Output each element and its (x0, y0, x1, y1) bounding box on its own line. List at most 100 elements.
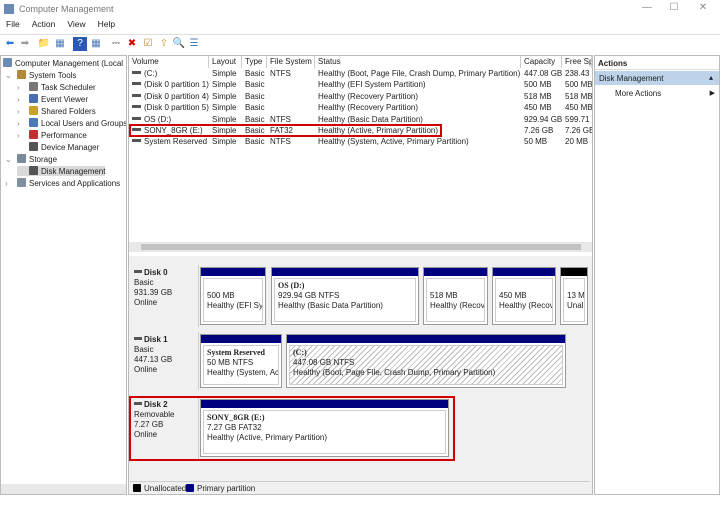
table-row[interactable]: (Disk 0 partition 1) Simple Basic Healthy (… (129, 79, 592, 90)
tree-item-label: Performance (41, 131, 87, 140)
partition[interactable]: (C:) 447.08 GB NTFS Healthy (Boot, Page Fi… (286, 334, 566, 388)
partition[interactable]: System Reserved 50 MB NTFS Healthy (System… (200, 334, 282, 388)
volume-list-horizontal-scrollbar[interactable] (129, 242, 592, 252)
column-header[interactable]: Free Sp (562, 56, 592, 68)
partition[interactable]: 450 MB Healthy (Recove (492, 267, 556, 325)
tree-item[interactable]: Device Manager (17, 142, 99, 152)
column-header[interactable]: Status (315, 56, 521, 68)
column-header[interactable]: Layout (209, 56, 242, 68)
tree-horizontal-scrollbar[interactable] (1, 484, 126, 494)
delete-icon[interactable]: ✖ (125, 37, 139, 51)
disk-label-divider (198, 265, 199, 327)
check-icon[interactable]: ☑ (141, 37, 155, 51)
tree-item[interactable]: › Local Users and Groups (17, 118, 126, 128)
table-cell: Healthy (EFI System Partition) (318, 79, 521, 90)
scrollbar-thumb[interactable] (141, 244, 581, 250)
partition-title (567, 281, 581, 291)
legend-label: Primary partition (197, 484, 256, 493)
disk-label[interactable]: Disk 0 Basic 931.39 GB Online (134, 268, 172, 308)
partition-details: (C:) 447.08 GB NTFS Healthy (Boot, Page Fi… (289, 345, 563, 385)
disk-icon (134, 270, 142, 273)
tree-item[interactable]: › Shared Folders (17, 106, 96, 116)
tree-item-label: Task Scheduler (41, 83, 96, 92)
volume-icon (132, 116, 141, 120)
menu-file[interactable]: File (6, 19, 20, 29)
table-cell: 447.08 GB (524, 68, 562, 79)
disk-size: 447.13 GB (134, 355, 173, 364)
expand-chevron-icon[interactable]: ⌄ (5, 71, 17, 80)
column-header[interactable]: Type (242, 56, 267, 68)
table-row[interactable]: (Disk 0 partition 5) Simple Basic Healthy (… (129, 102, 592, 113)
table-row[interactable]: (C:) Simple Basic NTFS Healthy (Boot, Page F… (129, 68, 592, 79)
toolbar: ⬅ ➡ 📁 ▦? ▦ ⎓ ✖ ☑ ⇧ 🔍 ☰ (0, 34, 720, 52)
partition-details: 518 MBHealthy (Recover (426, 278, 485, 322)
cell-text: Basic (245, 80, 265, 90)
tree-item[interactable]: › Event Viewer (17, 94, 88, 104)
partition[interactable]: 500 MBHealthy (EFI Syst (200, 267, 266, 325)
tree-item[interactable]: Disk Management (17, 166, 106, 176)
properties-view-icon[interactable]: ▦ (89, 37, 103, 51)
tree-item[interactable]: › Task Scheduler (17, 82, 96, 92)
folder-up-icon[interactable]: ⇧ (157, 37, 171, 51)
menu-action[interactable]: Action (32, 19, 56, 29)
expand-chevron-icon[interactable]: › (17, 107, 29, 116)
partition-details: 500 MBHealthy (EFI Syst (203, 278, 263, 322)
up-folder-icon[interactable]: 📁 (37, 37, 51, 51)
submenu-arrow-icon: ▶ (709, 90, 715, 97)
expand-chevron-icon[interactable]: › (17, 95, 29, 104)
help-icon[interactable]: ? (73, 37, 87, 51)
cell-text: 238.43 (565, 69, 590, 78)
volume-icon (132, 82, 141, 86)
column-header[interactable]: File System (267, 56, 315, 68)
tree-item-label: Shared Folders (41, 107, 96, 116)
computer-management-icon (4, 4, 14, 14)
table-row[interactable]: System Reserved Simple Basic NTFS Healthy (S… (129, 136, 592, 147)
tree-item-label: Computer Management (Local (15, 59, 124, 68)
cell-text: Healthy (Boot, Page File, Crash Dump, Pr… (318, 69, 521, 78)
tree-item[interactable]: › Performance (17, 130, 87, 140)
actions-section-disk-management[interactable]: Disk Management ▴ (595, 71, 719, 85)
table-cell: 238.43 (565, 68, 592, 79)
table-cell: Simple (212, 114, 242, 125)
disk-label[interactable]: Disk 1 Basic 447.13 GB Online (134, 335, 172, 375)
tree-item[interactable]: ⌄ System Tools (5, 70, 76, 80)
tree-item[interactable]: › Services and Applications (5, 178, 120, 188)
list-view-icon[interactable]: ☰ (187, 37, 201, 51)
volume-label: (Disk 0 partition 1) (144, 80, 209, 90)
forward-icon[interactable]: ➡ (18, 37, 32, 51)
table-row[interactable]: OS (D:) Simple Basic NTFS Healthy (Basic Dat… (129, 114, 592, 125)
partition[interactable]: OS (D:) 929.94 GB NTFS Healthy (Basic Data… (271, 267, 419, 325)
volume-label: (C:) (144, 69, 158, 78)
menu-view[interactable]: View (67, 19, 85, 29)
expand-chevron-icon[interactable]: › (17, 131, 29, 140)
expand-chevron-icon[interactable]: › (17, 83, 29, 92)
maximize-button[interactable]: ☐ (663, 2, 685, 16)
action-more-actions[interactable]: More Actions ▶ (615, 89, 715, 101)
legend: Unallocated Primary partition (130, 481, 590, 494)
tree-item-label: Device Manager (41, 143, 100, 152)
tree-item-icon (29, 142, 38, 151)
connect-icon[interactable]: ⎓ (109, 37, 123, 51)
expand-chevron-icon[interactable]: › (5, 179, 17, 188)
tree-item-icon (29, 130, 38, 139)
collapse-icon: ▴ (708, 73, 713, 82)
show-hide-tree-icon[interactable]: ▦ (53, 37, 67, 51)
folder-search-icon[interactable]: 🔍 (172, 37, 186, 51)
tree-item-icon (29, 118, 38, 127)
tree-item[interactable]: Computer Management (Local (3, 58, 123, 68)
cell-text: Basic (245, 137, 265, 147)
partition[interactable]: 13 MBUnallocated (560, 267, 588, 325)
tree-item[interactable]: ⌄ Storage (5, 154, 57, 164)
column-header[interactable]: Capacity (521, 56, 562, 68)
partition[interactable]: 518 MBHealthy (Recover (423, 267, 488, 325)
back-icon[interactable]: ⬅ (3, 37, 17, 51)
column-header[interactable]: Volume (129, 56, 209, 68)
menu-help[interactable]: Help (98, 19, 115, 29)
table-row[interactable]: (Disk 0 partition 4) Simple Basic Healthy (… (129, 91, 592, 102)
minimize-button[interactable]: — (636, 2, 658, 16)
partition-size: 13 MB (567, 291, 585, 300)
expand-chevron-icon[interactable]: › (17, 119, 29, 128)
expand-chevron-icon[interactable]: ⌄ (5, 155, 17, 164)
table-cell: 518 MB (565, 91, 592, 102)
close-button[interactable]: ✕ (692, 2, 714, 16)
